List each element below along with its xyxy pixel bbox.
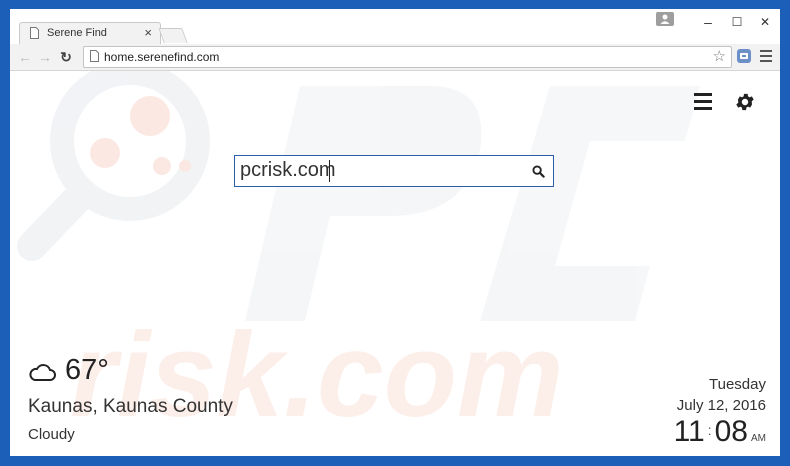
browser-tab[interactable]: Serene Find × (19, 22, 161, 45)
svg-text:risk.com: risk.com (70, 308, 564, 442)
hamburger-menu-icon[interactable] (694, 93, 712, 111)
clock: 11:08 AM (674, 415, 766, 449)
forward-button[interactable]: → (36, 48, 54, 66)
tab-close-icon[interactable]: × (144, 25, 152, 41)
title-bar: Serene Find × – ☐ ✕ (10, 9, 780, 45)
page-icon (90, 50, 99, 62)
search-box[interactable] (234, 155, 554, 187)
weather-condition: Cloudy (28, 426, 75, 443)
browser-window: Serene Find × – ☐ ✕ ← → ↻ home.serenefin… (10, 9, 780, 456)
bookmark-star-icon[interactable]: ☆ (713, 47, 726, 66)
maximize-button[interactable]: ☐ (722, 9, 752, 35)
new-tab-button[interactable] (158, 28, 188, 43)
page-content: risk.com 67° Kaunas, Kaunas County Cloud… (10, 71, 780, 456)
date-time-widget: Tuesday July 12, 2016 11:08 AM (674, 376, 766, 449)
close-button[interactable]: ✕ (750, 9, 780, 35)
browser-toolbar: ← → ↻ home.serenefind.com ☆ (10, 44, 780, 71)
clock-separator: : (707, 422, 712, 438)
page-icon (30, 27, 39, 39)
extension-icon[interactable] (737, 49, 751, 63)
temperature: 67° (65, 354, 109, 386)
clock-minute: 08 (714, 415, 748, 448)
search-input[interactable] (240, 159, 520, 182)
clock-ampm: AM (751, 433, 766, 444)
browser-menu-icon[interactable] (760, 50, 772, 62)
url-text: home.serenefind.com (104, 50, 220, 64)
weather-location: Kaunas, Kaunas County (28, 396, 233, 417)
cloud-icon (29, 364, 56, 381)
clock-hour: 11 (673, 415, 705, 448)
user-profile-icon[interactable] (656, 12, 674, 26)
gear-icon[interactable] (734, 91, 756, 113)
reload-button[interactable]: ↻ (57, 48, 75, 66)
address-bar[interactable]: home.serenefind.com ☆ (83, 46, 732, 68)
minimize-button[interactable]: – (693, 9, 723, 35)
date: July 12, 2016 (676, 397, 766, 414)
weekday: Tuesday (709, 376, 766, 393)
text-caret (329, 160, 330, 182)
tab-title: Serene Find (47, 27, 107, 39)
back-button[interactable]: ← (16, 48, 34, 66)
search-icon[interactable] (532, 165, 545, 178)
